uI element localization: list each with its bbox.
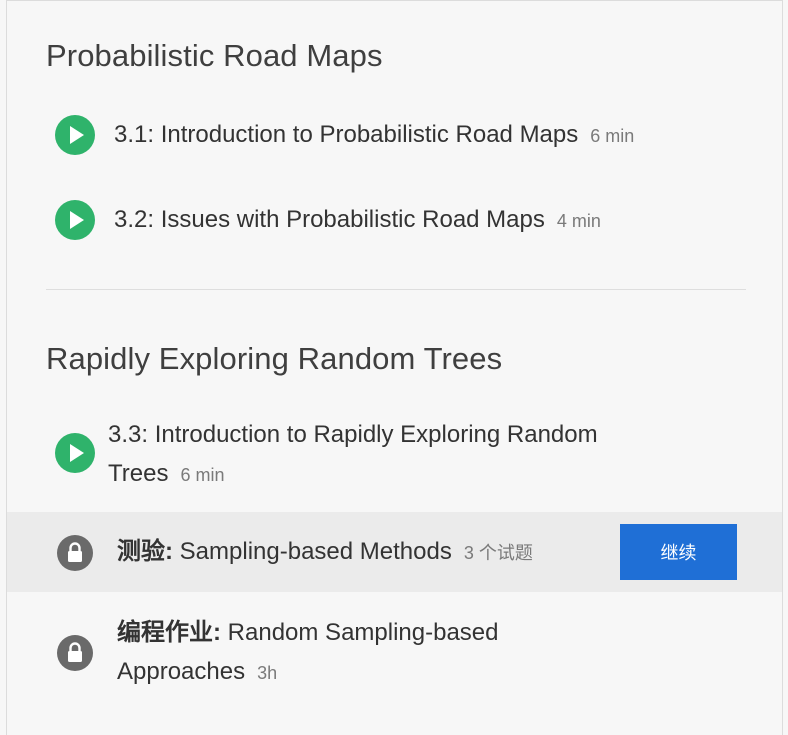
quiz-title[interactable]: Sampling-based Methods: [180, 538, 452, 565]
play-icon: [55, 433, 95, 473]
programming-assignment-item[interactable]: 编程作业: Random Sampling-based Approaches 3h: [7, 613, 782, 693]
quiz-question-count: 3 个试题: [463, 543, 533, 563]
lesson-item-text: 3.3: Introduction to Rapidly Exploring R…: [108, 415, 708, 495]
lesson-title-line2[interactable]: Trees: [108, 460, 168, 487]
quiz-item-text: 测验: Sampling-based Methods 3 个试题: [117, 532, 533, 573]
lesson-title[interactable]: 3.2: Issues with Probabilistic Road Maps: [114, 206, 545, 233]
lesson-item-3-3[interactable]: 3.3: Introduction to Rapidly Exploring R…: [7, 411, 782, 499]
play-icon: [55, 115, 95, 155]
course-week-panel: Probabilistic Road Maps 3.1: Introductio…: [6, 0, 783, 735]
lesson-duration: 4 min: [556, 211, 601, 231]
lock-icon: [57, 635, 93, 671]
lesson-duration: 6 min: [180, 465, 225, 485]
lesson-title[interactable]: 3.3: Introduction to Rapidly Exploring R…: [108, 415, 708, 454]
section-divider: [46, 289, 746, 290]
assignment-title-line2[interactable]: Approaches: [117, 658, 245, 685]
play-icon: [55, 200, 95, 240]
assignment-label: 编程作业:: [117, 619, 221, 646]
assignment-duration: 3h: [257, 663, 278, 683]
continue-button[interactable]: 继续: [620, 524, 737, 580]
lesson-duration: 6 min: [590, 126, 635, 146]
section-title-rapidly-exploring-random-trees: Rapidly Exploring Random Trees: [46, 341, 503, 376]
lesson-item-text: 3.1: Introduction to Probabilistic Road …: [114, 115, 634, 156]
assignment-title[interactable]: Random Sampling-based: [228, 619, 499, 646]
lesson-item-3-2[interactable]: 3.2: Issues with Probabilistic Road Maps…: [7, 196, 782, 244]
quiz-item-sampling-based-methods[interactable]: 测验: Sampling-based Methods 3 个试题 继续: [7, 512, 782, 592]
assignment-item-text: 编程作业: Random Sampling-based Approaches 3h: [117, 613, 717, 693]
quiz-label: 测验:: [117, 538, 173, 565]
section-title-probabilistic-road-maps: Probabilistic Road Maps: [46, 38, 383, 73]
lesson-item-text: 3.2: Issues with Probabilistic Road Maps…: [114, 200, 601, 241]
lesson-title[interactable]: 3.1: Introduction to Probabilistic Road …: [114, 121, 578, 148]
lock-icon: [57, 535, 93, 571]
lesson-item-3-1[interactable]: 3.1: Introduction to Probabilistic Road …: [7, 111, 782, 159]
